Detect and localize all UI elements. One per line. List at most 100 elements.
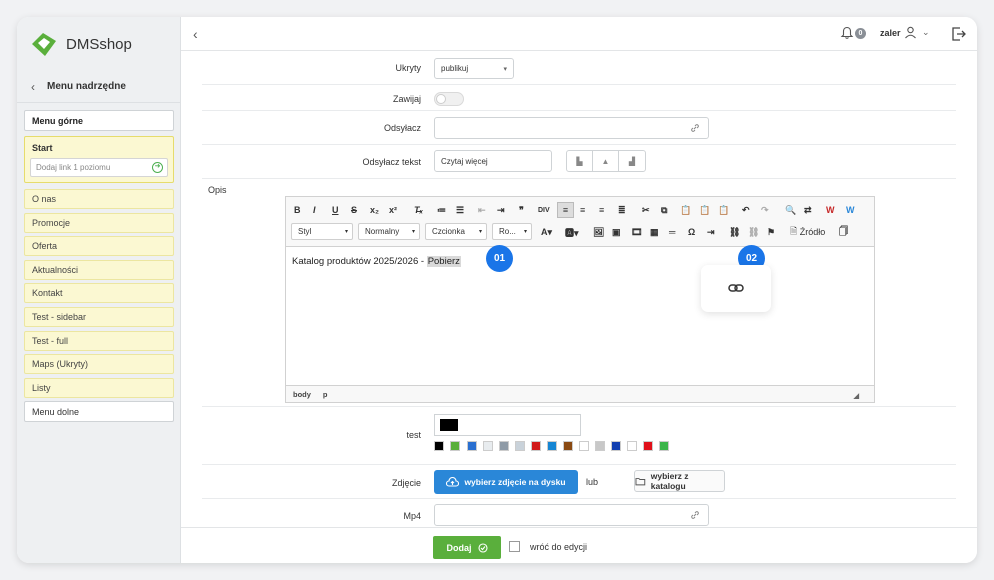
chain-link-icon[interactable]: [728, 283, 744, 293]
color-swatch[interactable]: [643, 441, 653, 451]
menu-bottom[interactable]: Menu dolne: [24, 401, 174, 422]
path-p[interactable]: p: [323, 390, 328, 399]
logo[interactable]: DMSshop: [29, 29, 132, 59]
color-swatch[interactable]: [483, 441, 493, 451]
flash-icon[interactable]: ▣: [612, 225, 621, 239]
table-icon[interactable]: ▦: [650, 225, 659, 239]
link-button-icon[interactable]: ⛓: [729, 225, 740, 239]
special-char-icon[interactable]: Ω: [688, 225, 695, 239]
video-icon[interactable]: 🎞: [631, 225, 642, 239]
editor-content[interactable]: Katalog produktów 2025/2026 - Pobierz: [292, 256, 461, 267]
hidden-select[interactable]: publikuj ▾: [434, 58, 514, 79]
template-icon[interactable]: 🗍: [839, 225, 848, 239]
color-swatch[interactable]: [531, 441, 541, 451]
color-swatch[interactable]: [659, 441, 669, 451]
user-name[interactable]: zaler: [880, 28, 901, 38]
paste-icon[interactable]: 📋: [680, 203, 691, 217]
arrow-right-circle-icon[interactable]: ➜: [152, 162, 163, 173]
find-icon[interactable]: 🔍: [785, 203, 796, 217]
sidebar-item-oferta[interactable]: Oferta: [24, 236, 174, 256]
sidebar-item-listy[interactable]: Listy: [24, 378, 174, 398]
start-menu[interactable]: Start Dodaj link 1 poziomu ➜: [24, 136, 174, 183]
sidebar-item-o-nas[interactable]: O nas: [24, 189, 174, 209]
bold-button[interactable]: B: [294, 203, 301, 217]
sidebar-item-promocje[interactable]: Promocje: [24, 213, 174, 233]
logout-icon[interactable]: [951, 26, 967, 42]
format-select[interactable]: Normalny ▾: [358, 223, 420, 240]
collapse-toggle[interactable]: [434, 92, 464, 106]
color-swatch[interactable]: [547, 441, 557, 451]
word-blue-icon[interactable]: W: [846, 203, 855, 217]
user-icon[interactable]: [904, 26, 917, 39]
italic-button[interactable]: I: [313, 203, 316, 217]
parent-menu-link[interactable]: ‹ Menu nadrzędne: [17, 71, 181, 103]
cut-icon[interactable]: ✂: [642, 203, 650, 217]
chevron-down-icon[interactable]: ⌄: [922, 27, 930, 38]
color-swatch[interactable]: [579, 441, 589, 451]
undo-icon[interactable]: ↶: [742, 203, 750, 217]
color-swatch[interactable]: [515, 441, 525, 451]
align-right-button[interactable]: ▟: [619, 151, 645, 171]
div-button[interactable]: DIV: [538, 203, 550, 217]
text-color-icon[interactable]: A▾: [541, 225, 552, 239]
word-red-icon[interactable]: W: [826, 203, 835, 217]
sidebar-item-test-sidebar[interactable]: Test - sidebar: [24, 307, 174, 327]
add-button[interactable]: Dodaj: [433, 536, 501, 559]
color-swatch[interactable]: [450, 441, 460, 451]
align-right-text-button[interactable]: ≡: [599, 203, 604, 217]
bg-color-icon[interactable]: 🅰▾: [565, 225, 579, 239]
source-button[interactable]: 🗎 Źródło: [790, 225, 825, 239]
sidebar-item-kontakt[interactable]: Kontakt: [24, 283, 174, 303]
resize-handle-icon[interactable]: ◢: [854, 392, 859, 400]
unlink-icon[interactable]: ⛓: [748, 225, 759, 239]
color-swatch[interactable]: [563, 441, 573, 451]
choose-from-catalog-button[interactable]: wybierz z katalogu: [634, 470, 725, 492]
color-swatch[interactable]: [627, 441, 637, 451]
color-swatch[interactable]: [467, 441, 477, 451]
paste-word-icon[interactable]: 📋: [718, 203, 729, 217]
copy-icon[interactable]: ⧉: [661, 203, 667, 217]
style-select[interactable]: Styl ▾: [291, 223, 353, 240]
sidebar-item-maps[interactable]: Maps (Ukryty): [24, 354, 174, 374]
superscript-button[interactable]: x²: [389, 203, 397, 217]
remove-format-button[interactable]: T̶ₓ: [414, 203, 423, 217]
editor-selected-link-text[interactable]: Pobierz: [426, 256, 461, 267]
page-break-icon[interactable]: ⇥: [707, 225, 715, 239]
color-swatch[interactable]: [595, 441, 605, 451]
bell-icon[interactable]: [840, 26, 854, 40]
justify-text-button[interactable]: ≣: [618, 203, 626, 217]
link-text-input[interactable]: Czytaj więcej: [434, 150, 552, 172]
align-left-text-button[interactable]: ≡: [557, 202, 574, 218]
align-center-button[interactable]: ▲: [593, 151, 619, 171]
numbered-list-button[interactable]: ≔: [437, 203, 446, 217]
sidebar-item-test-full[interactable]: Test - full: [24, 331, 174, 351]
color-swatch[interactable]: [499, 441, 509, 451]
bullet-list-button[interactable]: ☰: [456, 203, 464, 217]
indent-button[interactable]: ⇥: [497, 203, 505, 217]
size-select[interactable]: Ro... ▾: [492, 223, 532, 240]
anchor-flag-icon[interactable]: ⚑: [767, 225, 775, 239]
return-to-edit-checkbox[interactable]: [509, 541, 520, 552]
align-center-text-button[interactable]: ≡: [580, 203, 585, 217]
color-picker-field[interactable]: [434, 414, 581, 436]
blockquote-button[interactable]: ❞: [519, 203, 524, 217]
replace-icon[interactable]: ⇄: [804, 203, 812, 217]
path-body[interactable]: body: [293, 390, 311, 399]
underline-button[interactable]: U: [332, 203, 339, 217]
sidebar-item-aktualnosci[interactable]: Aktualności: [24, 260, 174, 280]
subscript-button[interactable]: x₂: [370, 203, 379, 217]
paste-text-icon[interactable]: 📋: [699, 203, 710, 217]
add-link-input[interactable]: Dodaj link 1 poziomu ➜: [30, 158, 168, 177]
redo-icon[interactable]: ↷: [761, 203, 769, 217]
upload-from-disk-button[interactable]: wybierz zdjęcie na dysku: [434, 470, 578, 494]
align-left-button[interactable]: ▙: [567, 151, 593, 171]
strike-button[interactable]: S: [351, 203, 357, 217]
font-select[interactable]: Czcionka ▾: [425, 223, 487, 240]
image-icon[interactable]: 🖼: [593, 225, 604, 239]
back-chevron-icon[interactable]: ‹: [193, 26, 198, 42]
color-swatch[interactable]: [434, 441, 444, 451]
menu-top[interactable]: Menu górne: [24, 110, 174, 131]
outdent-button[interactable]: ⇤: [478, 203, 486, 217]
mp4-input[interactable]: [434, 504, 709, 526]
link-input[interactable]: [434, 117, 709, 139]
